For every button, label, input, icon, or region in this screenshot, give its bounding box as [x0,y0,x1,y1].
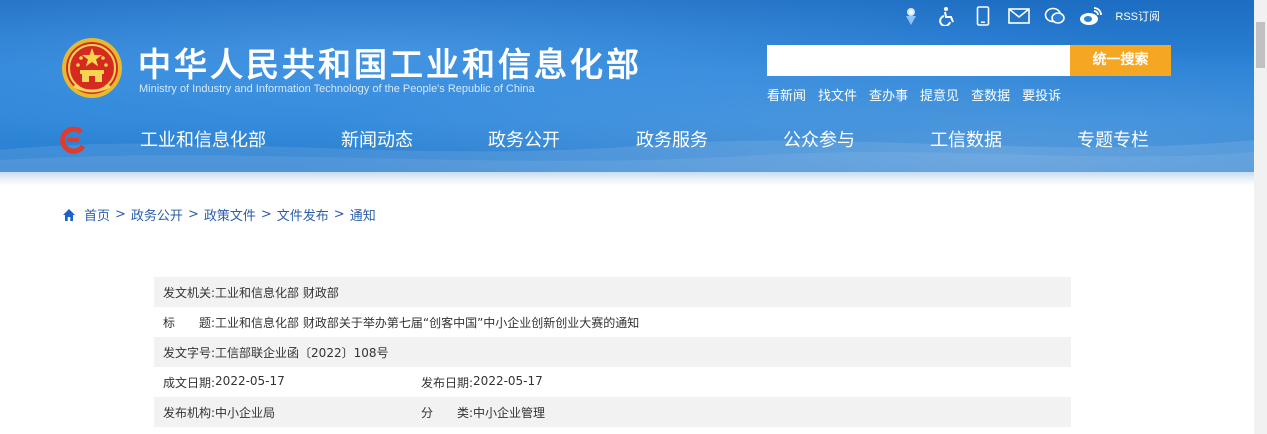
issuer-label: 发文机关: [163,285,216,300]
mail-icon[interactable] [1001,5,1037,27]
breadcrumb-separator: > [115,207,126,222]
publish-date-cell: 发布日期: 2022-05-17 [421,374,543,391]
vertical-scrollbar[interactable] [1254,0,1267,434]
page: 中华人民共和国工业和信息化部 Ministry of Industry and … [0,0,1267,434]
mobile-phone-icon[interactable] [965,5,1001,27]
meta-row-publisher: 发布机构: 中小企业局 分 类: 中小企业管理 [154,397,1071,427]
written-date-cell: 成文日期: 2022-05-17 [163,374,421,391]
quick-link-data[interactable]: 查数据 [971,85,1010,104]
wheelchair-icon[interactable] [929,5,965,27]
search-button[interactable]: 统一搜索 [1070,45,1171,76]
site-title-cn: 中华人民共和国工业和信息化部 [138,45,642,84]
weibo-icon[interactable] [1073,5,1109,27]
doc-number-value: 工信部联企业函〔2022〕108号 [215,345,389,360]
publisher-label: 发布机构: [163,405,216,420]
breadcrumb-separator: > [260,207,272,222]
header-shadow [0,172,1254,186]
quick-link-feedback[interactable]: 提意见 [920,85,959,104]
scrollbar-thumb[interactable] [1256,22,1265,68]
nav-item-news[interactable]: 新闻动态 [341,126,413,152]
accessibility-badge-icon[interactable] [893,5,929,27]
publish-date-label: 发布日期: [421,375,474,390]
nav-item-government-services[interactable]: 政务服务 [636,126,708,152]
breadcrumb-separator: > [333,207,345,222]
doc-number-label: 发文字号: [163,345,216,360]
breadcrumb: 首页 > 政务公开 > 政策文件 > 文件发布 > 通知 [62,205,376,224]
quick-link-news[interactable]: 看新闻 [767,85,806,104]
quick-link-services[interactable]: 查办事 [869,85,908,104]
title-value: 工业和信息化部 财政部关于举办第七届“创客中国”中小企业创新创业大赛的通知 [215,315,640,330]
site-title-en: Ministry of Industry and Information Tec… [139,83,535,95]
category-cell: 分 类: 中小企业管理 [421,404,545,421]
main-nav: 工业和信息化部 新闻动态 政务公开 政务服务 公众参与 工信数据 专题专栏 [0,126,1254,154]
document-meta-table: 发文机关: 工业和信息化部 财政部 标 题: 工业和信息化部 财政部关于举办第七… [154,277,1071,427]
written-date-value: 2022-05-17 [215,373,285,388]
quick-link-complaint[interactable]: 要投诉 [1022,85,1061,104]
nav-item-public-participation[interactable]: 公众参与 [783,126,855,152]
meta-row-dates: 成文日期: 2022-05-17 发布日期: 2022-05-17 [154,367,1071,397]
wechat-icon[interactable] [1037,5,1073,27]
home-icon[interactable] [62,208,76,222]
breadcrumb-separator: > [187,207,199,222]
breadcrumb-home[interactable]: 首页 [84,205,110,224]
breadcrumb-document-release[interactable]: 文件发布 [277,205,329,224]
ministry-logo-icon [60,126,86,154]
nav-item-ministry[interactable]: 工业和信息化部 [140,126,266,152]
publish-date-value: 2022-05-17 [473,373,543,388]
rss-link[interactable]: RSS订阅 [1115,8,1160,24]
title-label: 标 题: [163,315,216,330]
quick-link-documents[interactable]: 找文件 [818,85,857,104]
search-input[interactable] [767,45,1070,76]
breadcrumb-policy-documents[interactable]: 政策文件 [204,205,256,224]
nav-item-data[interactable]: 工信数据 [930,126,1002,152]
breadcrumb-government-affairs[interactable]: 政务公开 [131,205,183,224]
meta-row-doc-number: 发文字号: 工信部联企业函〔2022〕108号 [154,337,1071,367]
nav-item-government-affairs[interactable]: 政务公开 [488,126,560,152]
breadcrumb-notice[interactable]: 通知 [350,205,376,224]
site-header: 中华人民共和国工业和信息化部 Ministry of Industry and … [0,0,1254,172]
national-emblem-icon [62,38,122,98]
category-value: 中小企业管理 [473,405,546,420]
nav-item-special-topics[interactable]: 专题专栏 [1077,126,1149,152]
written-date-label: 成文日期: [163,375,216,390]
issuer-value: 工业和信息化部 财政部 [215,285,339,300]
top-utility-bar: RSS订阅 [893,5,1160,27]
publisher-value: 中小企业局 [215,405,276,420]
publisher-cell: 发布机构: 中小企业局 [163,404,421,421]
quick-links: 看新闻 找文件 查办事 提意见 查数据 要投诉 [767,85,1073,104]
category-label: 分 类: [421,405,474,420]
meta-row-issuer: 发文机关: 工业和信息化部 财政部 [154,277,1071,307]
meta-row-title: 标 题: 工业和信息化部 财政部关于举办第七届“创客中国”中小企业创新创业大赛的… [154,307,1071,337]
